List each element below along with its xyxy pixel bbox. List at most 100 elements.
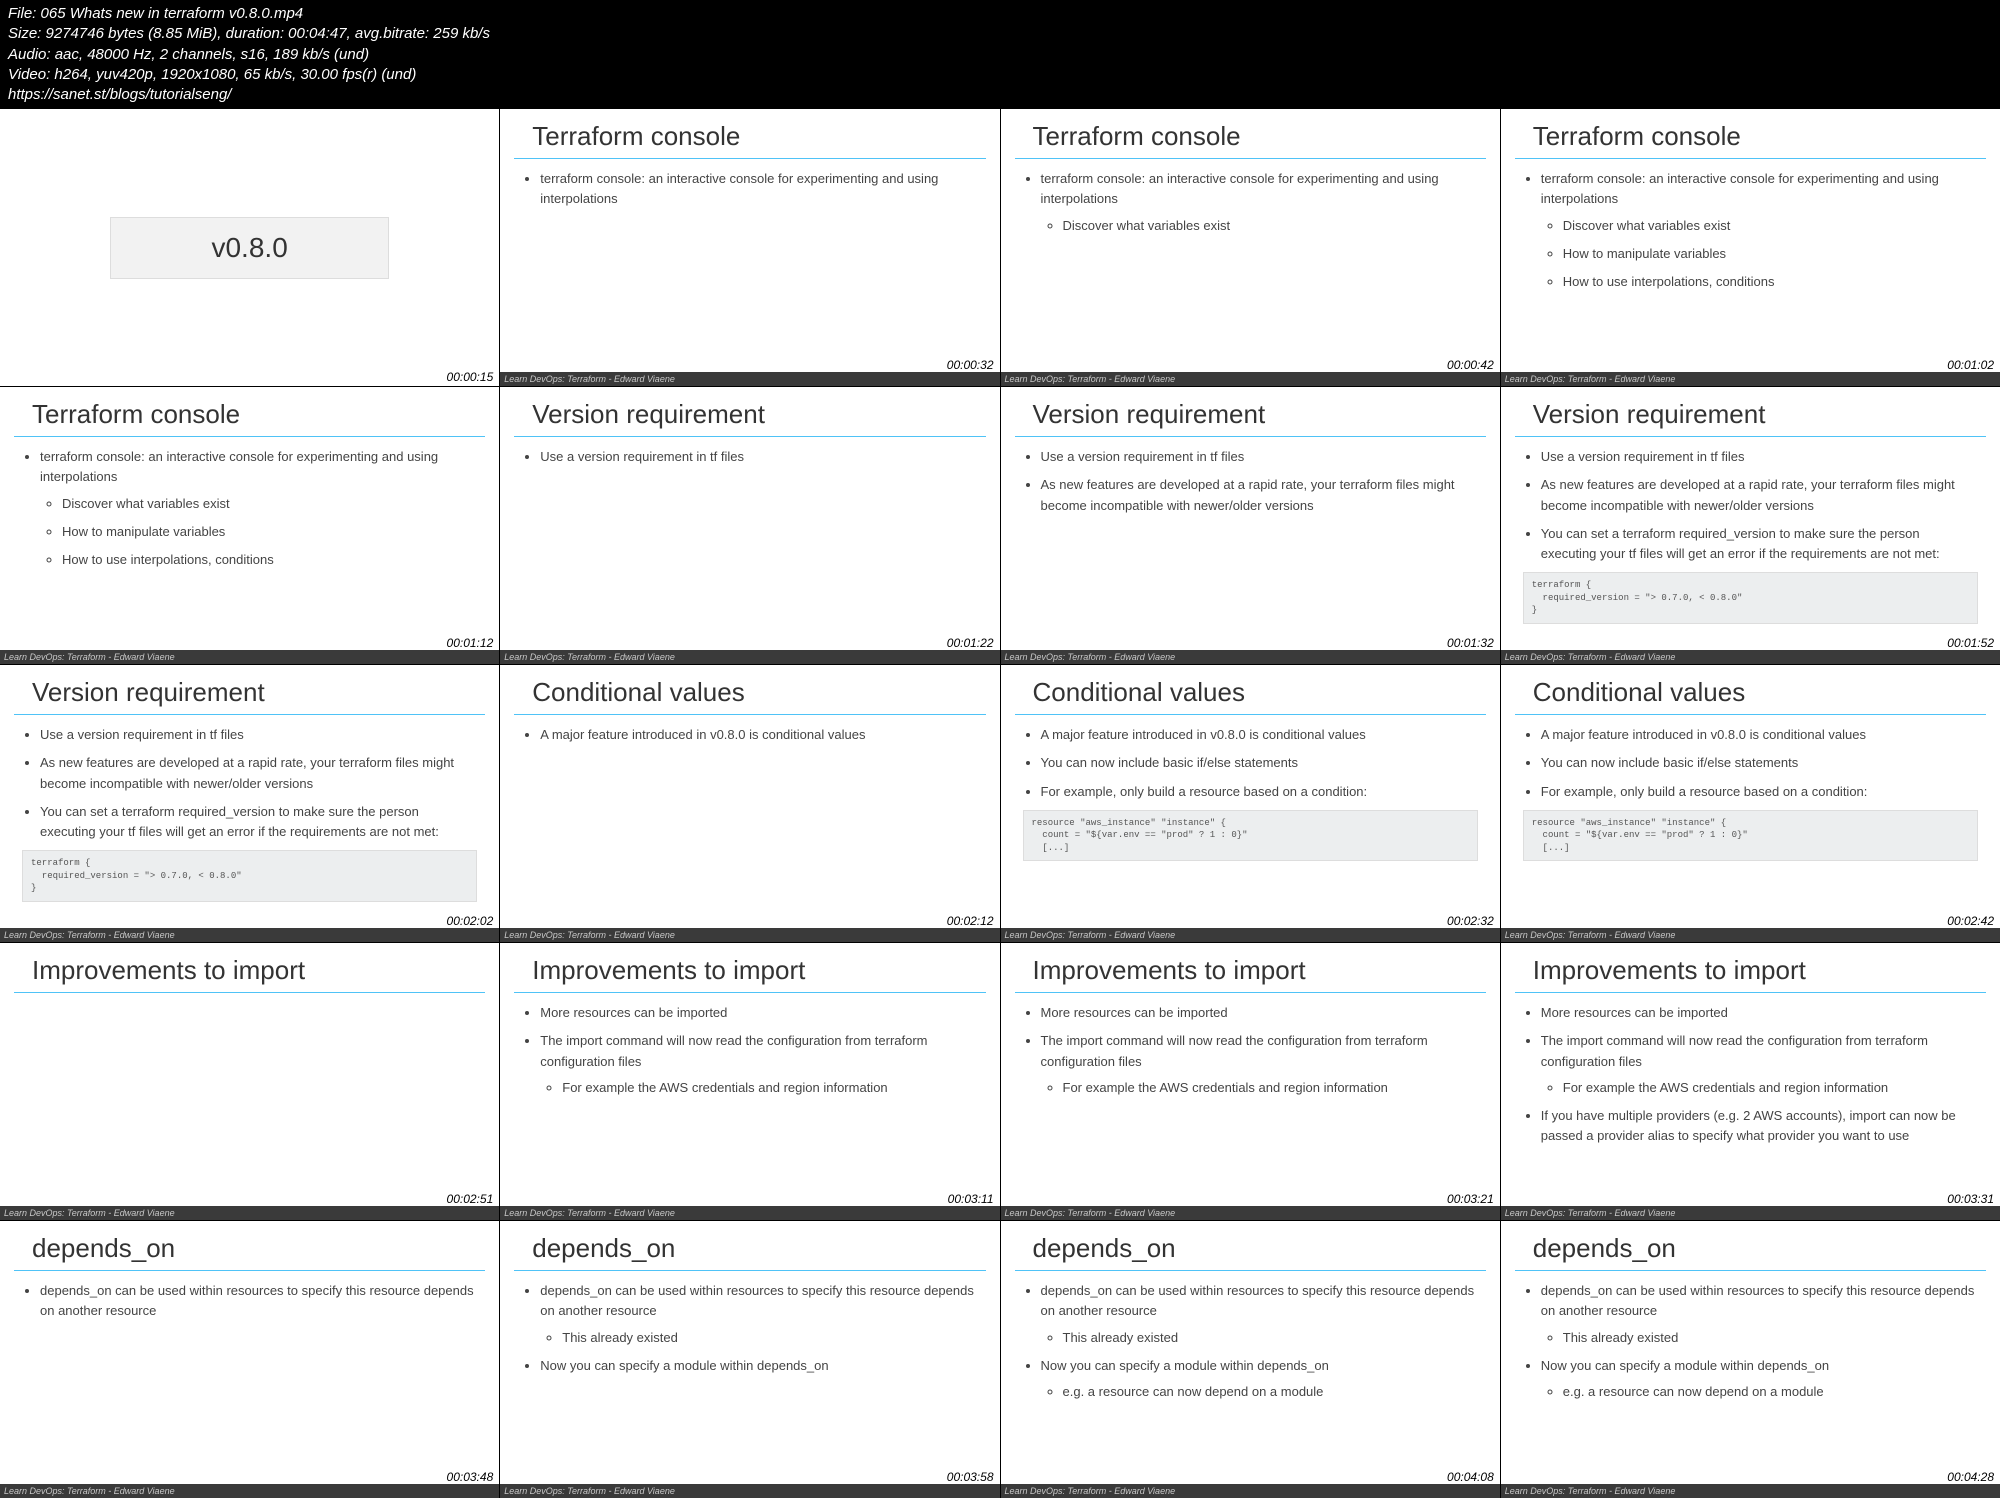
file-info-line: Video: h264, yuv420p, 1920x1080, 65 kb/s…: [8, 65, 1992, 85]
footer-text: Learn DevOps: Terraform - Edward Viaene: [504, 1208, 675, 1218]
slide-footer-bar: Learn DevOps: Terraform - Edward Viaene: [0, 928, 499, 942]
thumbnail-cell: Improvements to import More resources can…: [1501, 943, 2000, 1220]
sub-bullet-item: How to use interpolations, conditions: [62, 550, 477, 570]
sub-bullet-item: How to use interpolations, conditions: [1563, 272, 1978, 292]
bullet-item: You can set a terraform required_version…: [1541, 524, 1978, 564]
sub-bullet-item: This already existed: [1563, 1328, 1978, 1348]
slide-footer-bar: Learn DevOps: Terraform - Edward Viaene: [1501, 928, 2000, 942]
bullet-item: A major feature introduced in v0.8.0 is …: [1541, 725, 1978, 745]
footer-text: Learn DevOps: Terraform - Edward Viaene: [1005, 652, 1176, 662]
slide-heading: Version requirement: [1015, 387, 1486, 437]
slide-heading: Version requirement: [14, 665, 485, 715]
thumbnail-cell: depends_ondepends_on can be used within …: [0, 1221, 499, 1498]
bullet-item: depends_on can be used within resources …: [1041, 1281, 1478, 1347]
timestamp-label: 00:00:42: [1445, 358, 1496, 372]
bullet-item: depends_on can be used within resources …: [1541, 1281, 1978, 1347]
file-info-header: File: 065 Whats new in terraform v0.8.0.…: [0, 0, 2000, 109]
slide-footer-bar: Learn DevOps: Terraform - Edward Viaene: [500, 650, 999, 664]
bullet-item: You can set a terraform required_version…: [40, 802, 477, 842]
sub-bullet-item: For example the AWS credentials and regi…: [1063, 1078, 1478, 1098]
slide-body: A major feature introduced in v0.8.0 is …: [1001, 725, 1500, 861]
slide-body: More resources can be importedThe import…: [1001, 1003, 1500, 1098]
timestamp-label: 00:03:31: [1945, 1192, 1996, 1206]
code-block: resource "aws_instance" "instance" { cou…: [1523, 810, 1978, 862]
slide-heading: depends_on: [1515, 1221, 1986, 1271]
bullet-item: If you have multiple providers (e.g. 2 A…: [1541, 1106, 1978, 1146]
sub-bullet-item: e.g. a resource can now depend on a modu…: [1063, 1382, 1478, 1402]
sub-bullet-item: e.g. a resource can now depend on a modu…: [1563, 1382, 1978, 1402]
slide-heading: depends_on: [14, 1221, 485, 1271]
timestamp-label: 00:01:12: [445, 636, 496, 650]
slide-footer-bar: Learn DevOps: Terraform - Edward Viaene: [0, 650, 499, 664]
bullet-item: More resources can be imported: [540, 1003, 977, 1023]
slide-footer-bar: Learn DevOps: Terraform - Edward Viaene: [1501, 1206, 2000, 1220]
thumbnail-cell: Version requirement Use a version require…: [0, 665, 499, 942]
footer-text: Learn DevOps: Terraform - Edward Viaene: [1005, 374, 1176, 384]
timestamp-label: 00:01:02: [1945, 358, 1996, 372]
bullet-item: terraform console: an interactive consol…: [1041, 169, 1478, 235]
thumbnail-cell: Version requirementUse a version require…: [1501, 387, 2000, 664]
thumbnail-cell: Improvements to importMore resources can…: [1001, 943, 1500, 1220]
footer-text: Learn DevOps: Terraform - Edward Viaene: [1505, 652, 1676, 662]
slide-heading: Conditional values: [1015, 665, 1486, 715]
thumbnail-cell: v0.8.000:00:15: [0, 109, 499, 386]
slide-body: More resources can be imported The import…: [1501, 1003, 2000, 1146]
timestamp-label: 00:02:32: [1445, 914, 1496, 928]
slide-heading: Terraform console: [1015, 109, 1486, 159]
slide-body: Use a version requirement in tf filesAs …: [1001, 447, 1500, 515]
sub-bullet-item: For example the AWS credentials and regi…: [562, 1078, 977, 1098]
slide-footer-bar: Learn DevOps: Terraform - Edward Viaene: [500, 372, 999, 386]
file-info-line: File: 065 Whats new in terraform v0.8.0.…: [8, 4, 1992, 24]
slide-heading: Improvements to import: [1515, 943, 1986, 993]
bullet-item: More resources can be imported: [1541, 1003, 1978, 1023]
slide-footer-bar: Learn DevOps: Terraform - Edward Viaene: [1001, 928, 1500, 942]
footer-text: Learn DevOps: Terraform - Edward Viaene: [504, 652, 675, 662]
footer-text: Learn DevOps: Terraform - Edward Viaene: [1505, 374, 1676, 384]
sub-bullet-item: This already existed: [1063, 1328, 1478, 1348]
slide-body: A major feature introduced in v0.8.0 is …: [500, 725, 999, 745]
sub-bullet-item: Discover what variables exist: [1063, 216, 1478, 236]
slide-heading: Terraform console: [1515, 109, 1986, 159]
bullet-item: More resources can be imported: [1041, 1003, 1478, 1023]
slide-heading: Conditional values: [514, 665, 985, 715]
slide-body: terraform console: an interactive consol…: [1001, 169, 1500, 235]
thumbnail-cell: depends_on depends_on can be used within …: [1501, 1221, 2000, 1498]
bullet-item: As new features are developed at a rapid…: [1041, 475, 1478, 515]
timestamp-label: 00:01:32: [1445, 636, 1496, 650]
sub-bullet-item: How to manipulate variables: [62, 522, 477, 542]
bullet-item: The import command will now read the con…: [540, 1031, 977, 1097]
timestamp-label: 00:03:58: [945, 1470, 996, 1484]
slide-body: terraform console: an interactive consol…: [1501, 169, 2000, 292]
slide-heading: Version requirement: [1515, 387, 1986, 437]
thumbnail-cell: Conditional values A major feature introd…: [500, 665, 999, 942]
bullet-item: terraform console: an interactive consol…: [40, 447, 477, 570]
footer-text: Learn DevOps: Terraform - Edward Viaene: [4, 652, 175, 662]
file-info-line: Size: 9274746 bytes (8.85 MiB), duration…: [8, 24, 1992, 44]
footer-text: Learn DevOps: Terraform - Edward Viaene: [1005, 1208, 1176, 1218]
footer-text: Learn DevOps: Terraform - Edward Viaene: [1505, 1208, 1676, 1218]
bullet-item: You can now include basic if/else statem…: [1041, 753, 1478, 773]
thumbnail-cell: Improvements to import00:02:51Learn DevO…: [0, 943, 499, 1220]
code-block: resource "aws_instance" "instance" { cou…: [1023, 810, 1478, 862]
slide-body: depends_on can be used within resources …: [1501, 1281, 2000, 1402]
slide-body: Use a version requirement in tf filesAs …: [0, 725, 499, 901]
thumbnail-cell: depends_ondepends_on can be used within …: [1001, 1221, 1500, 1498]
thumbnail-grid: v0.8.000:00:15 Terraform console terraform…: [0, 109, 2000, 1498]
sub-bullet-item: For example the AWS credentials and regi…: [1563, 1078, 1978, 1098]
slide-footer-bar: Learn DevOps: Terraform - Edward Viaene: [0, 1484, 499, 1498]
slide-footer-bar: Learn DevOps: Terraform - Edward Viaene: [500, 1484, 999, 1498]
bullet-item: terraform console: an interactive consol…: [1541, 169, 1978, 292]
code-block: terraform { required_version = "> 0.7.0,…: [22, 850, 477, 902]
bullet-item: The import command will now read the con…: [1541, 1031, 1978, 1097]
timestamp-label: 00:01:22: [945, 636, 996, 650]
timestamp-label: 00:03:21: [1445, 1192, 1496, 1206]
slide-footer-bar: Learn DevOps: Terraform - Edward Viaene: [1501, 372, 2000, 386]
footer-text: Learn DevOps: Terraform - Edward Viaene: [1005, 930, 1176, 940]
timestamp-label: 00:01:52: [1945, 636, 1996, 650]
bullet-item: As new features are developed at a rapid…: [40, 753, 477, 793]
slide-footer-bar: Learn DevOps: Terraform - Edward Viaene: [1501, 650, 2000, 664]
footer-text: Learn DevOps: Terraform - Edward Viaene: [1505, 930, 1676, 940]
timestamp-label: 00:00:15: [445, 370, 496, 384]
thumbnail-cell: Version requirementUse a version require…: [500, 387, 999, 664]
sub-bullet-item: This already existed: [562, 1328, 977, 1348]
